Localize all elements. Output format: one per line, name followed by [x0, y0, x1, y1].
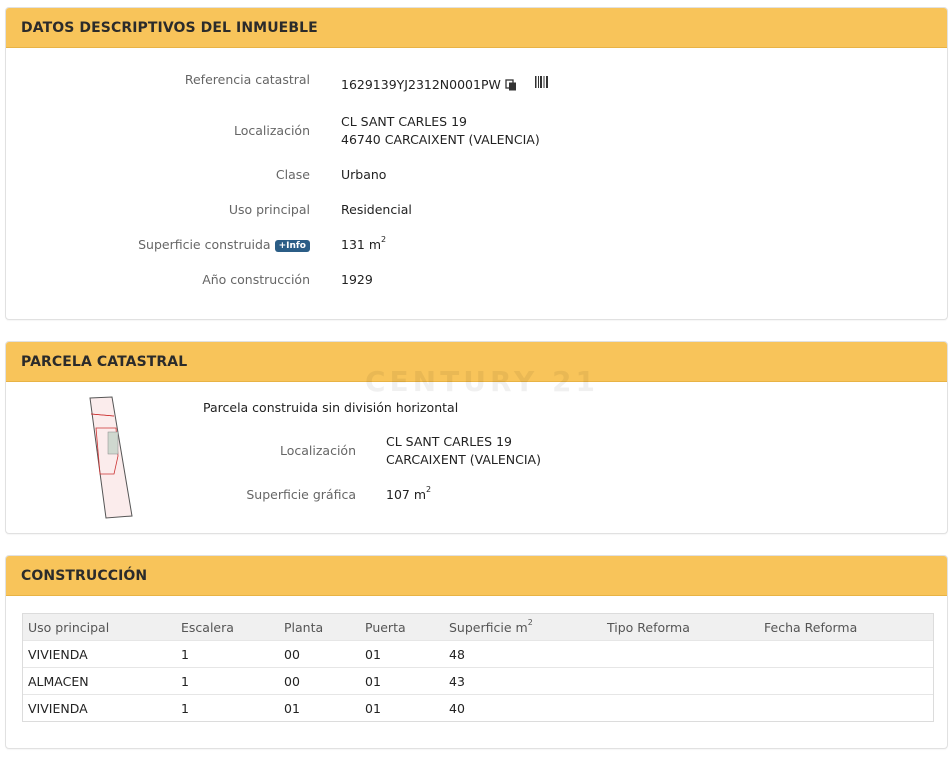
panel-header: DATOS DESCRIPTIVOS DEL INMUEBLE	[6, 8, 947, 48]
section-title: DATOS DESCRIPTIVOS DEL INMUEBLE	[21, 19, 318, 36]
cell-tipo-reforma	[602, 694, 759, 721]
sup-value-row: 107 m2	[386, 485, 432, 502]
cell-fecha-reforma	[759, 667, 933, 695]
loc-line1: CL SANT CARLES 19	[341, 114, 467, 129]
cell-uso: ALMACEN	[23, 667, 176, 695]
cell-superficie: 40	[444, 694, 602, 721]
col-escalera: Escalera	[176, 614, 279, 641]
cell-uso: VIVIENDA	[23, 640, 176, 668]
sup-value: 131 m	[341, 237, 382, 252]
col-tipo-reforma: Tipo Reforma	[602, 614, 759, 641]
cell-planta: 00	[279, 640, 360, 668]
cell-escalera: 1	[176, 694, 279, 721]
col-uso: Uso principal	[23, 614, 176, 641]
copy-icon[interactable]	[505, 78, 517, 91]
table-row: VIVIENDA 1 00 01 48	[23, 640, 933, 668]
cell-tipo-reforma	[602, 640, 759, 668]
parcela-subtitle: Parcela construida sin división horizont…	[203, 400, 459, 415]
loc-line2: CARCAIXENT (VALENCIA)	[386, 452, 541, 467]
table-row: VIVIENDA 1 01 01 40	[23, 694, 933, 721]
col-planta: Planta	[279, 614, 360, 641]
info-badge-button[interactable]: +Info	[274, 240, 310, 252]
sup-label: Superficie gráfica	[246, 487, 356, 502]
col-superficie: Superficie m2	[444, 614, 602, 641]
uso-value: Residencial	[341, 202, 412, 217]
cell-puerta: 01	[360, 694, 444, 721]
panel-construccion: CONSTRUCCIÓN Uso principal Escalera Plan…	[5, 555, 948, 749]
cell-planta: 00	[279, 667, 360, 695]
col-superficie-label: Superficie m	[449, 619, 528, 635]
col-superficie-exp: 2	[527, 617, 533, 627]
loc-label: Localización	[233, 123, 310, 138]
sup-value-row: 131 m2	[341, 235, 387, 252]
sup-exponent: 2	[381, 235, 387, 244]
sup-value: 107 m	[386, 487, 427, 502]
parcel-map-image[interactable]	[86, 394, 136, 520]
sup-label: Superficie construida	[138, 237, 271, 252]
cell-puerta: 01	[360, 640, 444, 668]
loc-label: Localización	[279, 443, 356, 458]
col-puerta: Puerta	[360, 614, 444, 641]
construccion-table: Uso principal Escalera Planta Puerta Sup…	[23, 614, 933, 721]
section-title: PARCELA CATASTRAL	[21, 353, 188, 370]
construccion-table-wrap: Uso principal Escalera Planta Puerta Sup…	[22, 613, 934, 722]
cell-fecha-reforma	[759, 694, 933, 721]
ref-value: 1629139YJ2312N0001PW	[341, 77, 501, 92]
watermark-logo: CENTURY 21	[365, 365, 599, 398]
clase-label: Clase	[275, 167, 310, 182]
cell-uso: VIVIENDA	[23, 694, 176, 721]
barcode-icon[interactable]	[534, 75, 549, 88]
cell-superficie: 43	[444, 667, 602, 695]
uso-label: Uso principal	[228, 202, 310, 217]
col-fecha-reforma: Fecha Reforma	[759, 614, 933, 641]
sup-exponent: 2	[426, 485, 432, 494]
ref-label: Referencia catastral	[184, 72, 310, 87]
loc-line2: 46740 CARCAIXENT (VALENCIA)	[341, 132, 540, 147]
cell-fecha-reforma	[759, 640, 933, 668]
clase-value: Urbano	[341, 167, 387, 182]
panel-datos-descriptivos: DATOS DESCRIPTIVOS DEL INMUEBLE Referenc…	[5, 7, 948, 320]
panel-header: CONSTRUCCIÓN	[6, 556, 947, 596]
ref-value-row: 1629139YJ2312N0001PW	[341, 75, 549, 92]
section-title: CONSTRUCCIÓN	[21, 567, 148, 584]
loc-line1: CL SANT CARLES 19	[386, 434, 512, 449]
table-row: ALMACEN 1 00 01 43	[23, 667, 933, 695]
anio-value: 1929	[341, 272, 373, 287]
cell-superficie: 48	[444, 640, 602, 668]
sup-label-row: Superficie construida +Info	[6, 237, 310, 252]
anio-label: Año construcción	[202, 272, 310, 287]
cell-tipo-reforma	[602, 667, 759, 695]
cell-escalera: 1	[176, 667, 279, 695]
table-header-row: Uso principal Escalera Planta Puerta Sup…	[23, 614, 933, 641]
cell-planta: 01	[279, 694, 360, 721]
cell-escalera: 1	[176, 640, 279, 668]
cell-puerta: 01	[360, 667, 444, 695]
